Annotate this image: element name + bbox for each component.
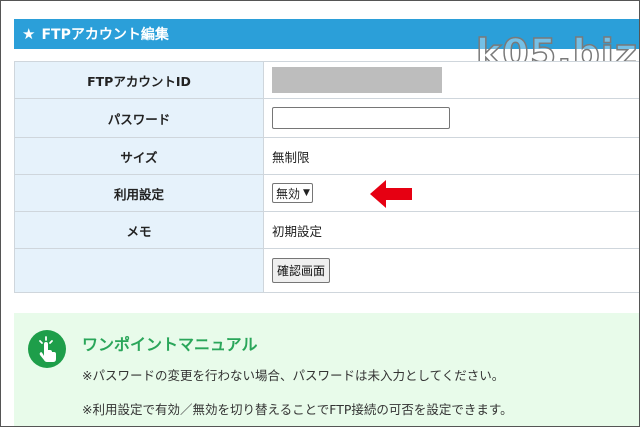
section-title: FTPアカウント編集: [41, 27, 169, 43]
chevron-down-icon: ▼: [303, 188, 310, 198]
form-row-password: パスワード: [14, 98, 639, 138]
masked-account-id: [272, 67, 442, 93]
one-point-manual: ワンポイントマニュアル ※パスワードの変更を行わない場合、パスワードは未入力とし…: [14, 313, 639, 426]
ftp-account-form: FTPアカウントID パスワード サイズ 無制限 利用設定 無効 ▼ メモ 初期…: [14, 61, 639, 293]
usage-select-value: 無効: [276, 186, 301, 201]
memo-label: メモ: [14, 211, 264, 249]
form-row-submit: 確認画面: [14, 248, 639, 293]
account-id-value: [263, 61, 639, 99]
star-icon: ★: [22, 25, 36, 43]
screenshot-frame: ★ FTPアカウント編集 k05.biz FTPアカウントID パスワード サイ…: [0, 0, 640, 427]
manual-note: ※パスワードの変更を行わない場合、パスワードは未入力としてください。: [82, 368, 505, 383]
manual-title: ワンポイントマニュアル: [82, 335, 258, 354]
confirm-button[interactable]: 確認画面: [272, 258, 331, 283]
memo-value: 初期設定: [263, 211, 639, 249]
password-input[interactable]: [272, 107, 450, 129]
usage-label: 利用設定: [14, 174, 264, 212]
account-id-label: FTPアカウントID: [14, 61, 264, 99]
size-label: サイズ: [14, 137, 264, 175]
manual-note: ※利用設定で有効／無効を切り替えることでFTP接続の可否を設定できます。: [82, 402, 513, 417]
arrow-left-icon: [370, 180, 412, 208]
empty-label: [14, 248, 264, 293]
size-value: 無制限: [263, 137, 639, 175]
form-row-account-id: FTPアカウントID: [14, 61, 639, 99]
password-label: パスワード: [14, 98, 264, 138]
hand-pointer-icon: [28, 330, 66, 368]
form-row-memo: メモ 初期設定: [14, 211, 639, 249]
form-row-size: サイズ 無制限: [14, 137, 639, 175]
usage-select[interactable]: 無効 ▼: [272, 183, 313, 203]
form-row-usage: 利用設定 無効 ▼: [14, 174, 639, 212]
